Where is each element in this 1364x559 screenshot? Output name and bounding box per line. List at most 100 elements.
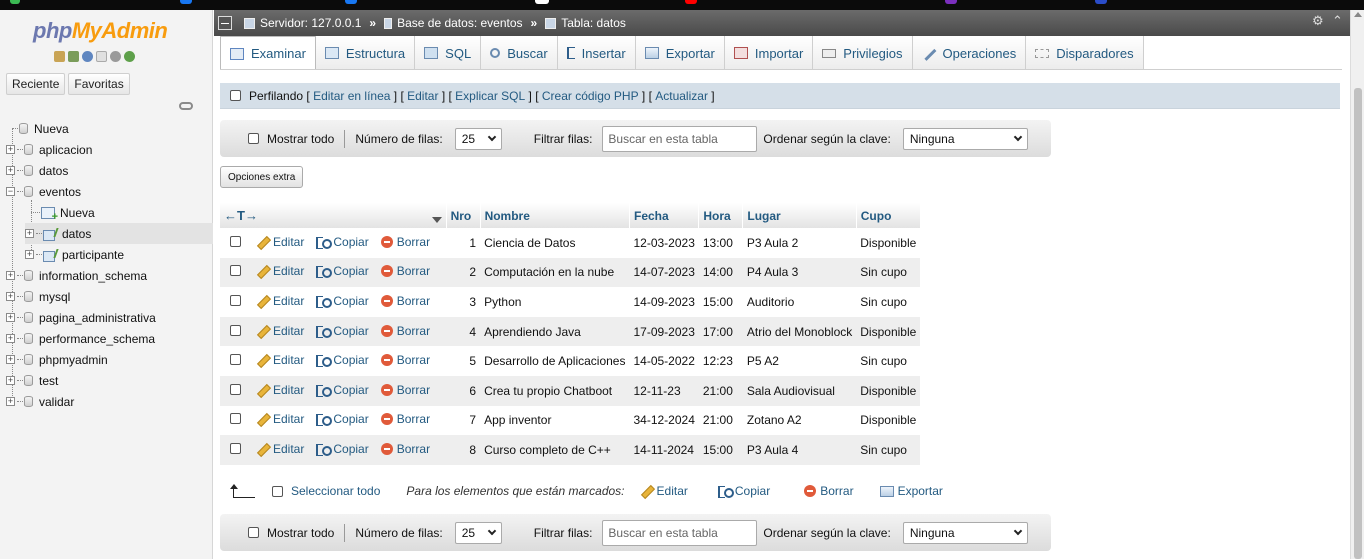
delete-row-button[interactable]: Borrar [380, 412, 430, 426]
column-header-nombre[interactable]: Nombre [480, 203, 630, 228]
row-checkbox[interactable] [230, 235, 241, 247]
tab-importar[interactable]: Importar [724, 36, 814, 70]
delete-row-button[interactable]: Borrar [380, 442, 430, 456]
copy-row-button[interactable]: Copiar [316, 442, 369, 456]
copy-row-button[interactable]: Copiar [316, 353, 369, 368]
collapse-top-icon[interactable]: ⌃ [1332, 14, 1344, 27]
tree-item-test[interactable]: + test [6, 370, 58, 391]
tree-item-table-datos[interactable]: + datos [25, 223, 213, 244]
tree-item-datos[interactable]: + datos [6, 160, 68, 181]
tab-insertar[interactable]: Insertar [557, 36, 636, 70]
edit-inline-link[interactable]: Editar en línea [313, 89, 390, 103]
show-all-checkbox[interactable] [248, 527, 259, 538]
expand-icon[interactable]: + [25, 229, 34, 238]
row-checkbox[interactable] [230, 413, 241, 425]
column-header-hora[interactable]: Hora [698, 203, 744, 228]
tree-item-table-participante[interactable]: + participante [25, 244, 124, 265]
bulk-delete-button[interactable]: Borrar [804, 484, 854, 498]
edit-row-button[interactable]: Editar [257, 353, 304, 367]
scrollbar-thumb[interactable] [1354, 88, 1362, 559]
help-icon[interactable] [82, 51, 93, 62]
copy-row-button[interactable]: Copiar [316, 324, 369, 338]
column-header-nro[interactable]: Nro [446, 203, 481, 228]
edit-row-button[interactable]: Editar [257, 294, 304, 308]
refresh-link[interactable]: Actualizar [655, 89, 708, 103]
tree-item-information-schema[interactable]: + information_schema [6, 265, 147, 286]
settings-icon[interactable] [110, 51, 121, 62]
filter-input[interactable]: Buscar en esta tabla [602, 519, 758, 546]
row-checkbox[interactable] [230, 383, 241, 395]
copy-row-button[interactable]: Copiar [316, 294, 369, 308]
explain-sql-link[interactable]: Explicar SQL [455, 89, 525, 103]
sort-select[interactable]: Ninguna [902, 521, 1028, 544]
row-checkbox[interactable] [230, 442, 241, 454]
breadcrumb-database[interactable]: Base de datos: eventos [397, 16, 522, 30]
expand-icon[interactable]: + [6, 313, 15, 322]
tab-exportar[interactable]: Exportar [635, 36, 725, 70]
filter-input[interactable]: Buscar en esta tabla [602, 125, 758, 152]
edit-row-button[interactable]: Editar [257, 412, 304, 426]
column-header-cupo[interactable]: Cupo [856, 203, 921, 228]
breadcrumb-server[interactable]: Servidor: 127.0.0.1 [260, 16, 361, 30]
expand-icon[interactable]: + [6, 355, 15, 364]
tree-item-new-table[interactable]: Nueva [31, 202, 95, 223]
tree-item-mysql[interactable]: + mysql [6, 286, 70, 307]
tab-disparadores[interactable]: Disparadores [1026, 36, 1144, 70]
bulk-export-button[interactable]: Exportar [879, 484, 943, 498]
tree-item-pagina-administrativa[interactable]: + pagina_administrativa [6, 307, 156, 328]
tab-privilegios[interactable]: Privilegios [813, 36, 913, 70]
home-icon[interactable] [54, 51, 65, 62]
docs-icon[interactable] [96, 51, 107, 62]
bulk-copy-button[interactable]: Copiar [717, 484, 770, 498]
tab-operaciones[interactable]: Operaciones [912, 36, 1027, 70]
tree-item-performance-schema[interactable]: + performance_schema [6, 328, 155, 349]
recent-tab[interactable]: Reciente [6, 73, 66, 95]
expand-icon[interactable]: + [6, 145, 15, 154]
expand-icon[interactable]: + [25, 250, 34, 259]
phpmyadmin-logo[interactable]: phpMyAdmin [33, 18, 168, 44]
tree-item-new-db[interactable]: Nueva [10, 118, 69, 139]
edit-link[interactable]: Editar [407, 89, 438, 103]
copy-row-button[interactable]: Copiar [316, 412, 369, 427]
edit-row-button[interactable]: Editar [257, 235, 304, 249]
delete-row-button[interactable]: Borrar [380, 324, 430, 338]
delete-row-button[interactable]: Borrar [380, 235, 430, 249]
logout-icon[interactable] [68, 51, 79, 62]
tree-item-aplicacion[interactable]: + aplicacion [6, 139, 92, 160]
copy-row-button[interactable]: Copiar [316, 383, 369, 397]
expand-icon[interactable]: + [6, 292, 15, 301]
collapse-icon[interactable]: − [6, 187, 15, 196]
rows-select[interactable]: 25 [454, 127, 502, 150]
edit-row-button[interactable]: Editar [257, 324, 304, 338]
row-checkbox[interactable] [230, 324, 241, 336]
column-arrows-icon[interactable]: ←T→ [224, 208, 258, 223]
tab-buscar[interactable]: Buscar [481, 36, 558, 70]
expand-icon[interactable]: + [6, 166, 15, 175]
scroll-up-icon[interactable] [1354, 12, 1362, 17]
tab-estructura[interactable]: Estructura [315, 36, 416, 70]
profiling-checkbox[interactable] [230, 90, 241, 101]
breadcrumb-table[interactable]: Tabla: datos [561, 16, 626, 30]
row-checkbox[interactable] [230, 354, 241, 366]
delete-row-button[interactable]: Borrar [380, 383, 430, 397]
page-scrollbar[interactable] [1350, 10, 1364, 559]
tree-item-eventos[interactable]: − eventos [6, 181, 81, 202]
tree-item-validar[interactable]: + validar [6, 391, 74, 412]
delete-row-button[interactable]: Borrar [380, 294, 430, 308]
create-php-code-link[interactable]: Crear código PHP [542, 89, 639, 103]
select-all-checkbox[interactable] [272, 485, 283, 497]
row-checkbox[interactable] [230, 265, 241, 277]
expand-icon[interactable]: + [6, 376, 15, 385]
expand-icon[interactable]: + [6, 271, 15, 280]
copy-row-button[interactable]: Copiar [316, 235, 369, 249]
edit-row-button[interactable]: Editar [257, 442, 304, 456]
column-header-fecha[interactable]: Fecha [629, 203, 700, 228]
link-with-main-icon[interactable] [179, 102, 193, 110]
row-checkbox[interactable] [230, 294, 241, 306]
favorites-tab[interactable]: Favoritas [68, 73, 130, 95]
tree-item-phpmyadmin[interactable]: + phpmyadmin [6, 349, 108, 370]
tab-examinar[interactable]: Examinar [220, 36, 316, 70]
expand-icon[interactable]: + [6, 334, 15, 343]
edit-row-button[interactable]: Editar [257, 264, 304, 278]
sort-dropdown-icon[interactable] [431, 217, 442, 223]
